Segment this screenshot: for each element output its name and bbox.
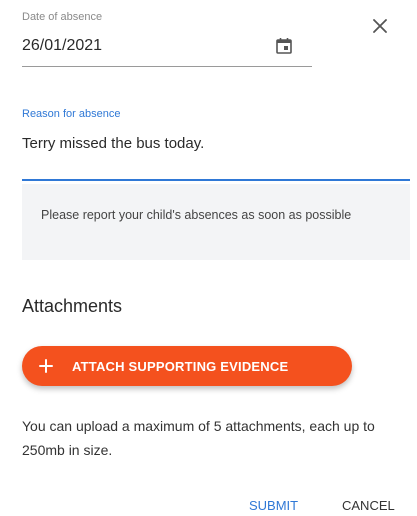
attachments-heading: Attachments: [22, 296, 123, 316]
close-icon: [373, 19, 387, 33]
date-field-underline: [22, 66, 312, 67]
absence-dialog: Date of absence 26/01/2021 Reason for ab…: [0, 0, 417, 516]
submit-button[interactable]: SUBMIT: [249, 498, 298, 513]
cancel-button[interactable]: CANCEL: [342, 498, 395, 513]
date-of-absence-label: Date of absence: [22, 11, 103, 23]
reason-for-absence-label: Reason for absence: [22, 108, 121, 120]
date-of-absence-value[interactable]: 26/01/2021: [22, 37, 102, 55]
reason-for-absence-value[interactable]: Terry missed the bus today.: [22, 135, 204, 152]
attach-supporting-evidence-button[interactable]: ATTACH SUPPORTING EVIDENCE: [22, 346, 352, 386]
attach-button-label: ATTACH SUPPORTING EVIDENCE: [72, 358, 289, 374]
reason-field-underline: [22, 179, 410, 181]
date-of-absence-field[interactable]: Date of absence 26/01/2021: [22, 8, 312, 68]
absence-notice-text: Please report your child's absences as s…: [41, 208, 352, 222]
upload-limit-info: You can upload a maximum of 5 attachment…: [22, 418, 375, 458]
calendar-icon[interactable]: [274, 36, 294, 56]
close-button[interactable]: [366, 12, 394, 40]
absence-notice: Please report your child's absences as s…: [22, 184, 410, 260]
reason-for-absence-field[interactable]: Reason for absence Terry missed the bus …: [22, 100, 410, 182]
plus-icon: [36, 356, 56, 376]
